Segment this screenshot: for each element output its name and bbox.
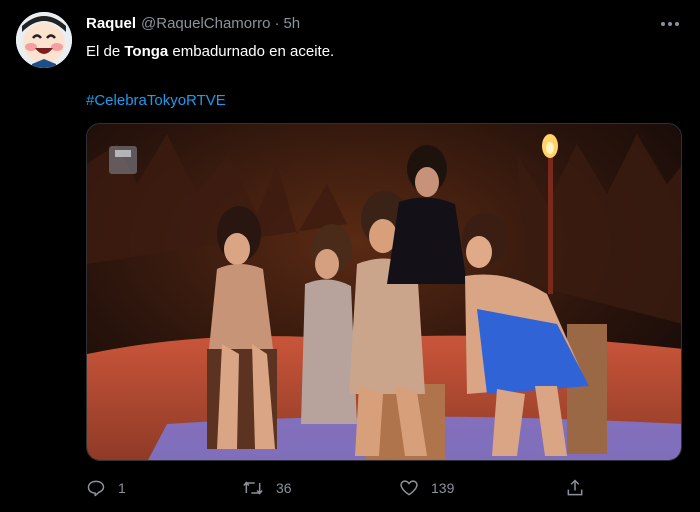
avatar-face-icon (16, 12, 72, 68)
like-count: 139 (431, 480, 455, 496)
more-horizontal-icon (661, 22, 679, 26)
like-button[interactable]: 139 (399, 474, 454, 502)
more-options-button[interactable] (658, 12, 682, 36)
author-handle[interactable]: @RaquelChamorro (141, 15, 270, 32)
hashtag-link[interactable]: #CelebraTokyoRTVE (86, 92, 226, 109)
share-icon (567, 479, 583, 496)
tweet-text-after: embadurnado en aceite. (168, 43, 335, 60)
retweet-count: 36 (276, 480, 292, 496)
avatar[interactable] (16, 12, 72, 68)
tweet-text: El de Tonga embadurnado en aceite. (86, 43, 334, 60)
timestamp[interactable]: 5h (283, 15, 300, 32)
author-name[interactable]: Raquel (86, 15, 136, 32)
separator-dot: · (274, 15, 280, 32)
reply-count: 1 (118, 480, 126, 496)
reply-button[interactable]: 1 (86, 474, 126, 502)
tweet-text-bold: Tonga (124, 43, 169, 60)
tweet-actions: 1 36 139 (86, 474, 682, 502)
tweet-header: Raquel @RaquelChamorro · 5h (86, 15, 300, 37)
reply-icon (87, 480, 105, 497)
retweet-button[interactable]: 36 (242, 474, 292, 502)
tweet: Raquel @RaquelChamorro · 5h El de Tonga … (0, 0, 700, 512)
heart-icon (400, 480, 418, 496)
tweet-text-before: El de (86, 43, 125, 60)
retweet-icon (243, 481, 263, 495)
tweet-media[interactable] (86, 123, 682, 461)
share-button[interactable] (565, 474, 585, 502)
media-photo (87, 124, 681, 460)
